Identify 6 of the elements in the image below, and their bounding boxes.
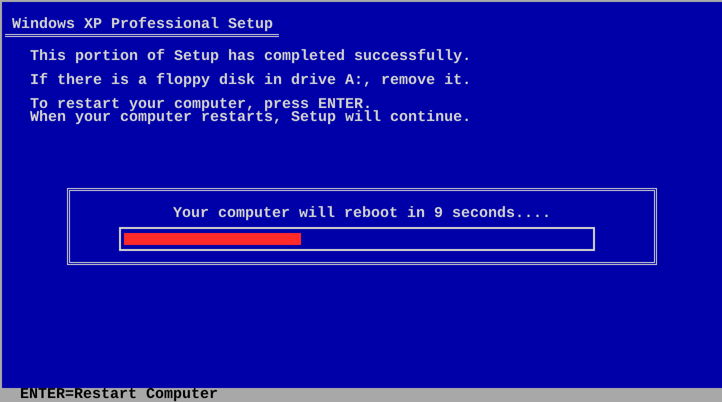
setup-message: To restart your computer, press ENTER. When your computer restarts, Setup will continue. <box>30 98 472 124</box>
reboot-message: Your computer will reboot in 9 seconds.... <box>172 207 552 221</box>
status-text: ENTER=Restart Computer <box>20 386 218 402</box>
setup-title: Windows XP Professional Setup <box>5 18 280 37</box>
setup-message: If there is a floppy disk in drive A:, remove it. <box>30 74 472 87</box>
setup-message: This portion of Setup has completed successfully. <box>30 50 472 63</box>
